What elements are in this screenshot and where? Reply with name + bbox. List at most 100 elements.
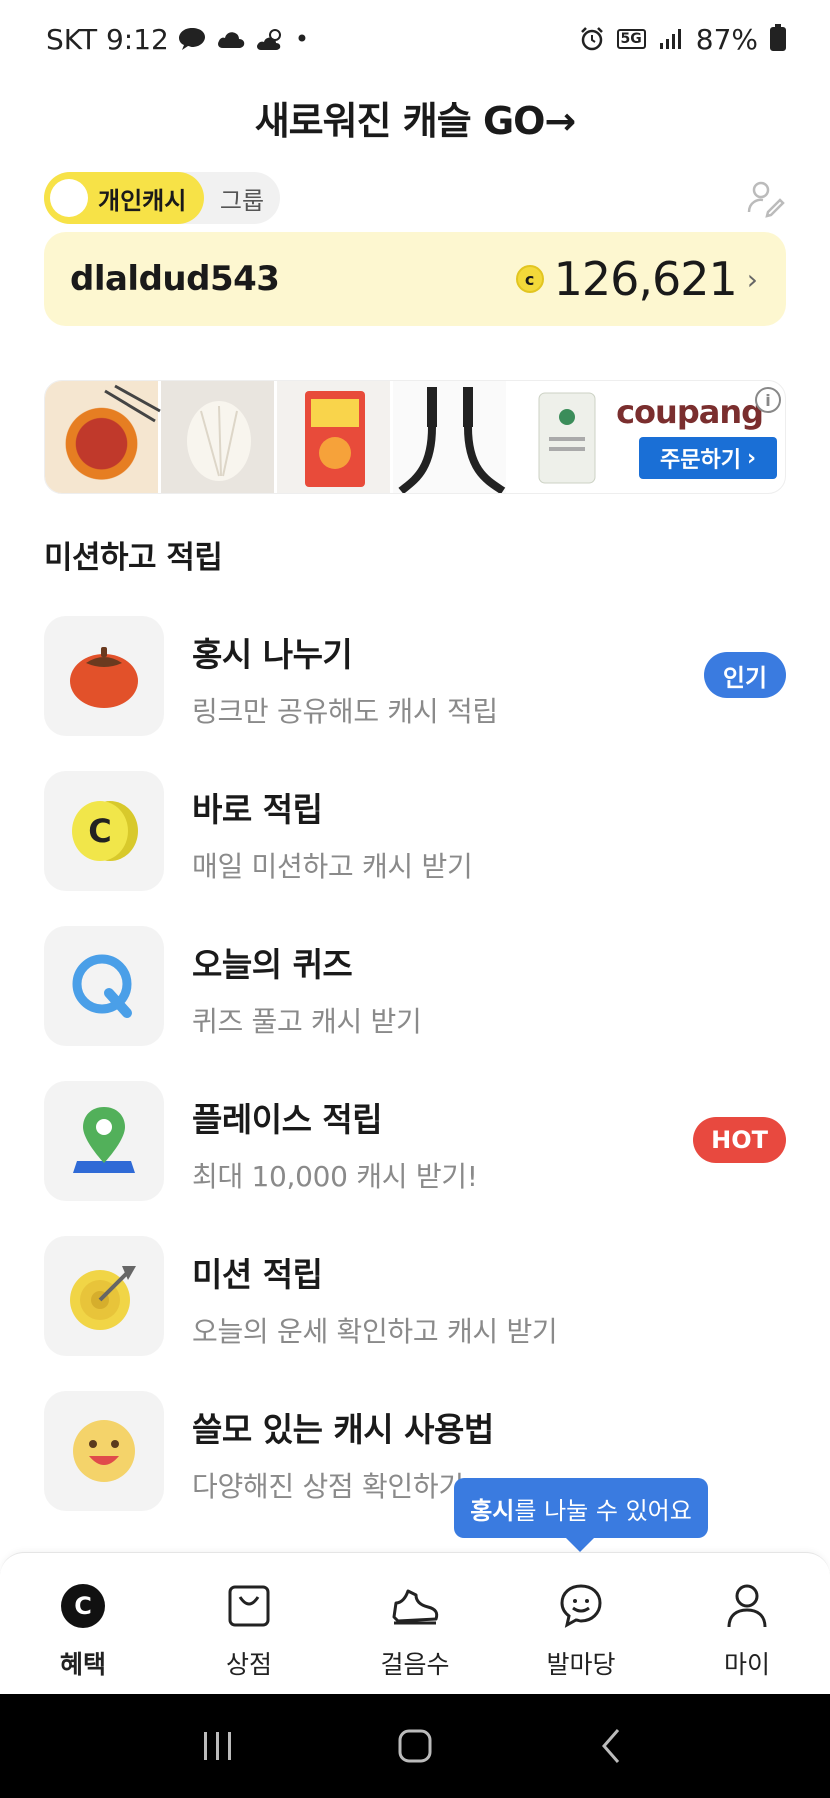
system-nav-bar — [0, 1694, 830, 1798]
nav-label: 상점 — [225, 1650, 272, 1679]
chevron-right-icon: › — [746, 262, 758, 296]
nav-label: 걸음수 — [380, 1650, 450, 1679]
mission-title: 쓸모 있는 캐시 사용법 — [192, 1410, 494, 1449]
partly-cloudy-icon — [256, 29, 281, 50]
map-pin-icon — [73, 1107, 135, 1173]
ad-order-button[interactable]: 주문하기 › — [639, 437, 777, 479]
status-right: 5G 87% — [579, 23, 786, 56]
battery-icon — [770, 24, 786, 51]
mission-text: 미션 적립 오늘의 운세 확인하고 캐시 받기 — [192, 1236, 558, 1350]
nav-label: 발마당 — [546, 1650, 616, 1679]
mission-title: 바로 적립 — [192, 790, 323, 829]
share-tooltip[interactable]: 홍시 를 나눌 수 있어요 — [454, 1478, 708, 1552]
mission-icon-box — [44, 1236, 164, 1356]
mission-icon-box — [44, 926, 164, 1046]
toggle-personal-cash[interactable]: 개인캐시 — [44, 172, 204, 224]
mission-desc: 오늘의 운세 확인하고 캐시 받기 — [192, 1315, 558, 1348]
home-icon — [398, 1729, 432, 1763]
cloud-icon — [217, 32, 245, 48]
mission-item-instant-earn[interactable]: C 바로 적립 매일 미션하고 캐시 받기 — [44, 771, 786, 926]
mission-item-daily-quiz[interactable]: 오늘의 퀴즈 퀴즈 풀고 캐시 받기 — [44, 926, 786, 1081]
smiley-icon — [73, 1420, 135, 1482]
status-bar: SKT 9:12 • 5G 87% — [0, 0, 830, 78]
ad-right[interactable]: coupang 주문하기 › i — [616, 381, 785, 493]
mission-icon-box — [44, 1391, 164, 1511]
mission-list: 홍시 나누기 링크만 공유해도 캐시 적립 인기 C 바로 적립 매일 미션하고… — [44, 616, 786, 1546]
mission-desc: 매일 미션하고 캐시 받기 — [192, 850, 473, 883]
battery-percent: 87% — [695, 22, 758, 56]
toggle-knob — [50, 179, 88, 217]
ad-product-image-food[interactable] — [45, 381, 161, 493]
mission-desc: 다양해진 상점 확인하기 — [192, 1470, 464, 1503]
svg-text:C: C — [88, 812, 111, 850]
mission-text: 오늘의 퀴즈 퀴즈 풀고 캐시 받기 — [192, 926, 422, 1040]
username: dlaldud543 — [70, 259, 280, 299]
back-button[interactable] — [582, 1716, 642, 1776]
page-title[interactable]: 새로워진 캐슬 GO→ — [0, 90, 830, 146]
mission-desc: 링크만 공유해도 캐시 적립 — [192, 695, 498, 728]
target-icon — [70, 1266, 136, 1330]
mission-item-mission-earn[interactable]: 미션 적립 오늘의 운세 확인하고 캐시 받기 — [44, 1236, 786, 1391]
mission-title: 플레이스 적립 — [192, 1100, 383, 1139]
carrier-time: SKT 9:12 — [46, 22, 169, 56]
nav-steps[interactable]: 걸음수 — [332, 1553, 498, 1694]
cash-balance: 126,621 — [553, 252, 738, 306]
coin-icon: c — [515, 265, 544, 293]
recent-apps-icon — [204, 1732, 232, 1760]
alarm-icon — [580, 27, 603, 51]
mission-desc: 퀴즈 풀고 캐시 받기 — [192, 1005, 422, 1038]
dot-icon: • — [294, 25, 309, 53]
status-left: SKT 9:12 • — [46, 23, 309, 56]
network-label: 5G — [616, 29, 646, 49]
cash-type-toggle[interactable]: 개인캐시 그룹 — [44, 172, 280, 224]
nav-my[interactable]: 마이 — [664, 1553, 830, 1694]
nav-community[interactable]: 발마당 — [498, 1553, 664, 1694]
section-title: 미션하고 적립 — [44, 540, 223, 576]
mission-desc: 최대 10,000 캐시 받기! — [192, 1160, 478, 1193]
hot-badge: HOT — [693, 1117, 786, 1163]
sneaker-icon — [390, 1581, 440, 1631]
edit-profile-icon[interactable] — [746, 178, 786, 218]
balance-right: c 126,621 › — [515, 252, 758, 306]
back-icon — [601, 1729, 619, 1763]
nav-label: 마이 — [723, 1650, 770, 1679]
toggle-group[interactable]: 그룹 — [204, 181, 280, 216]
mission-text: 바로 적립 매일 미션하고 캐시 받기 — [192, 771, 473, 885]
home-button[interactable] — [385, 1716, 445, 1776]
ad-order-label: 주문하기 — [659, 448, 741, 473]
ad-product-image-snack[interactable] — [277, 381, 393, 493]
nav-store[interactable]: 상점 — [166, 1553, 332, 1694]
popular-badge: 인기 — [704, 652, 786, 698]
mission-title: 미션 적립 — [192, 1255, 323, 1294]
signal-icon — [659, 29, 681, 49]
ad-product-image-mushroom[interactable] — [161, 381, 277, 493]
ad-info-icon[interactable]: i — [755, 387, 781, 413]
nav-benefits[interactable]: C 혜택 — [0, 1553, 166, 1694]
mission-title: 오늘의 퀴즈 — [192, 945, 353, 984]
mission-text: 쓸모 있는 캐시 사용법 다양해진 상점 확인하기 — [192, 1391, 494, 1505]
coupang-ad-banner[interactable]: coupang 주문하기 › i — [44, 380, 786, 494]
persimmon-icon — [70, 647, 138, 708]
toggle-personal-label: 개인캐시 — [98, 186, 187, 215]
talk-icon — [178, 28, 205, 50]
mission-item-persimmon-share[interactable]: 홍시 나누기 링크만 공유해도 캐시 적립 인기 — [44, 616, 786, 771]
coin-icon: C — [72, 801, 138, 861]
person-icon — [722, 1581, 772, 1631]
mission-item-place-earn[interactable]: 플레이스 적립 최대 10,000 캐시 받기! HOT — [44, 1081, 786, 1236]
ad-product-image-powder[interactable] — [509, 381, 625, 493]
shopping-bag-icon — [224, 1581, 274, 1631]
recent-apps-button[interactable] — [188, 1716, 248, 1776]
balance-card[interactable]: dlaldud543 c 126,621 › — [44, 232, 786, 326]
chat-smile-icon — [556, 1581, 606, 1631]
mission-title: 홍시 나누기 — [192, 635, 353, 674]
mission-icon-box: C — [44, 771, 164, 891]
mission-text: 플레이스 적립 최대 10,000 캐시 받기! — [192, 1081, 478, 1195]
nav-label: 혜택 — [59, 1650, 106, 1679]
cash-c-icon: C — [58, 1581, 108, 1631]
tooltip-text: 를 나눌 수 있어요 — [514, 1496, 692, 1525]
tooltip-bold: 홍시 — [470, 1496, 515, 1525]
mission-text: 홍시 나누기 링크만 공유해도 캐시 적립 — [192, 616, 498, 730]
bottom-nav: C 혜택 상점 걸음수 발마당 마이 — [0, 1552, 830, 1694]
chevron-right-icon: › — [746, 445, 757, 471]
ad-product-image-cable[interactable] — [393, 381, 509, 493]
